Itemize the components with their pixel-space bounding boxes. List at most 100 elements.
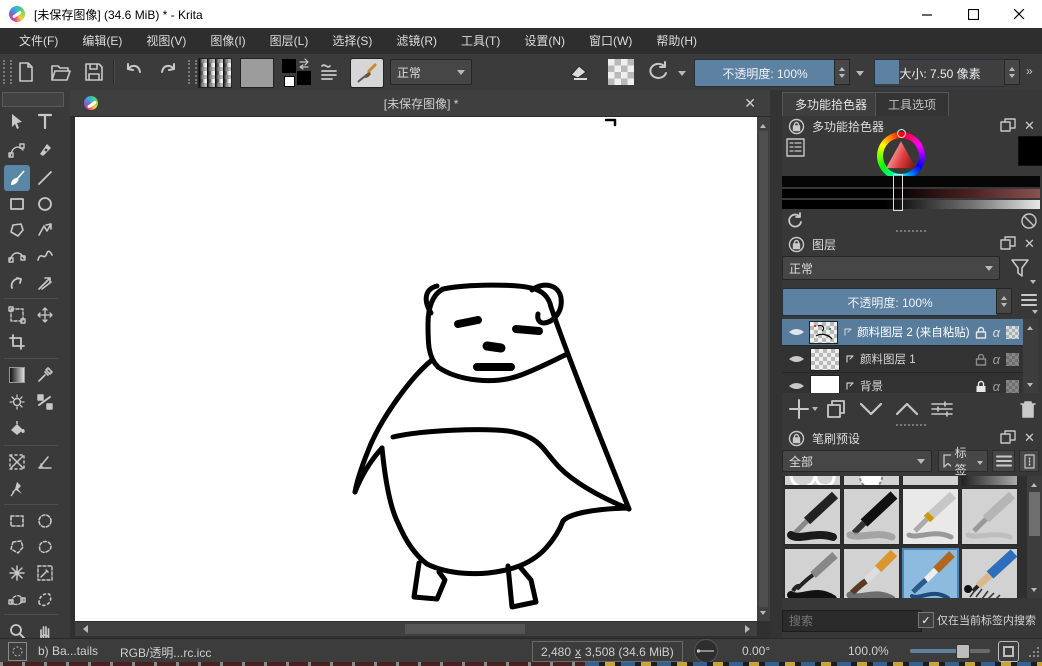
brush-preset-thumbnail[interactable] [784, 488, 841, 545]
layer-visibility-icon[interactable] [788, 380, 805, 392]
menu-edit[interactable]: 编辑(E) [71, 28, 133, 54]
docker-lock-icon[interactable] [788, 236, 805, 253]
layer-thumbnail[interactable] [810, 375, 840, 394]
scroll-left-icon[interactable] [79, 625, 88, 633]
document-close-icon[interactable]: ✕ [744, 95, 756, 112]
brush-preset-thumbnail[interactable] [902, 488, 959, 545]
menu-image[interactable]: 图像(I) [199, 28, 256, 54]
save-button[interactable] [82, 60, 106, 84]
scroll-up-icon[interactable] [1027, 323, 1033, 330]
hue-indicator[interactable] [897, 129, 906, 138]
layer-opacity-slider[interactable]: 不透明度: 100% [782, 288, 998, 316]
close-docker-icon[interactable]: ✕ [1024, 236, 1035, 252]
brush-preset-thumbnail[interactable] [784, 476, 841, 486]
toolbox-title-handle[interactable] [2, 92, 64, 107]
layer-row-paint-layer-1[interactable]: 颜料图层 1 α [782, 346, 1023, 373]
layer-row-background[interactable]: 背景 α [782, 373, 1023, 393]
tab-tool-options[interactable]: 工具选项 [875, 92, 949, 116]
tool-bezier-selection[interactable] [4, 586, 30, 612]
layer-expand-icon[interactable] [845, 381, 855, 391]
color-settings-icon[interactable] [786, 138, 805, 157]
tool-ellipse[interactable] [32, 191, 58, 217]
preset-scrollbar[interactable] [1027, 476, 1042, 598]
layer-filter-icon[interactable] [1008, 256, 1032, 280]
tool-contiguous-selection[interactable] [4, 560, 30, 586]
tool-transform[interactable] [4, 302, 30, 328]
brush-editor-button[interactable] [350, 58, 384, 88]
brush-preset-thumbnail[interactable] [961, 548, 1018, 598]
pattern-chooser-button[interactable] [240, 58, 274, 88]
hue-ring[interactable] [877, 132, 925, 180]
brush-preset-thumbnail[interactable] [843, 488, 900, 545]
tool-select-shapes[interactable] [4, 108, 30, 134]
tool-move[interactable] [32, 302, 58, 328]
preset-filter-dropdown[interactable]: 全部 [782, 450, 932, 472]
brush-preset-thumbnail[interactable] [961, 476, 1018, 486]
redo-button[interactable] [156, 61, 180, 83]
tool-polygon[interactable] [4, 217, 30, 243]
scroll-down-icon[interactable] [760, 611, 766, 618]
menu-help[interactable]: 帮助(H) [645, 28, 708, 54]
menu-window[interactable]: 窗口(W) [578, 28, 643, 54]
shade-bar-handle[interactable] [893, 174, 903, 211]
shade-bar-2[interactable] [782, 189, 1040, 198]
foreground-background-color-button[interactable] [282, 58, 312, 87]
tool-rectangular-selection[interactable] [4, 508, 30, 534]
docker-lock-icon[interactable] [788, 118, 805, 135]
shade-bar-1[interactable] [782, 176, 1040, 187]
reload-preset-button[interactable] [646, 60, 672, 84]
menu-settings[interactable]: 设置(N) [513, 28, 576, 54]
tool-magnetic-selection[interactable] [32, 586, 58, 612]
layer-options-icon[interactable] [1020, 292, 1038, 308]
toolbar-overflow-button[interactable]: » [1026, 64, 1033, 78]
inherit-alpha-icon[interactable]: α [993, 379, 1000, 394]
open-document-button[interactable] [48, 60, 72, 84]
tool-edit-shapes[interactable] [4, 137, 30, 163]
tool-crop[interactable] [4, 329, 30, 355]
tool-line[interactable] [32, 165, 58, 191]
add-layer-dropdown-icon[interactable] [812, 407, 818, 414]
float-docker-icon[interactable] [1000, 430, 1017, 445]
shade-bar-3[interactable] [782, 200, 1040, 209]
menu-layer[interactable]: 图层(L) [259, 28, 320, 54]
docker-splitter[interactable] [770, 90, 782, 638]
layer-visibility-icon[interactable] [788, 326, 804, 338]
layer-lock-icon[interactable] [975, 353, 987, 366]
tool-colorize-mask[interactable] [32, 389, 58, 415]
scroll-down-icon[interactable] [1031, 588, 1037, 595]
preset-scroll-thumb[interactable] [1029, 492, 1040, 536]
layer-opacity-spinner[interactable] [996, 288, 1012, 314]
layer-lock-icon[interactable] [975, 380, 987, 393]
refresh-colors-icon[interactable] [786, 212, 804, 230]
tool-reference-images[interactable] [4, 476, 30, 502]
preset-search-input[interactable] [782, 610, 922, 632]
tool-measure[interactable] [32, 449, 58, 475]
docker-lock-icon[interactable] [788, 430, 805, 447]
reload-dropdown-icon[interactable] [678, 71, 686, 80]
tool-polygonal-selection[interactable] [4, 534, 30, 560]
duplicate-layer-button[interactable] [825, 398, 847, 420]
brush-preset-thumbnail[interactable] [902, 476, 959, 486]
canvas-hscrollbar[interactable] [75, 622, 757, 636]
tool-fill[interactable] [4, 416, 30, 442]
canvas-vscrollbar[interactable] [757, 117, 770, 621]
tool-dynamic-brush[interactable] [4, 270, 30, 296]
canvas-rotation-dial[interactable] [694, 639, 718, 663]
background-color-swatch[interactable] [297, 71, 311, 85]
layer-blending-mode-dropdown[interactable]: 正常 [782, 256, 1000, 280]
zoom-slider[interactable] [910, 649, 990, 653]
tool-freehand-path[interactable] [32, 243, 58, 269]
alpha-lock-icon[interactable] [1006, 326, 1019, 339]
brush-size-slider[interactable]: 大小: 7.50 像素 [874, 59, 1006, 87]
inherit-alpha-icon[interactable]: α [993, 352, 1000, 367]
layer-properties-button[interactable] [930, 399, 954, 419]
layer-expand-icon[interactable] [845, 354, 855, 364]
zoom-slider-handle[interactable] [956, 644, 970, 659]
maximize-button[interactable] [950, 0, 996, 28]
brush-option-widget-button[interactable] [318, 61, 342, 83]
brush-preset-thumbnail[interactable] [843, 548, 900, 598]
layer-thumbnail[interactable] [810, 348, 840, 371]
alpha-lock-icon[interactable] [1006, 380, 1019, 393]
layers-scrollbar[interactable] [1023, 319, 1038, 393]
tool-pattern-edit[interactable] [4, 389, 30, 415]
